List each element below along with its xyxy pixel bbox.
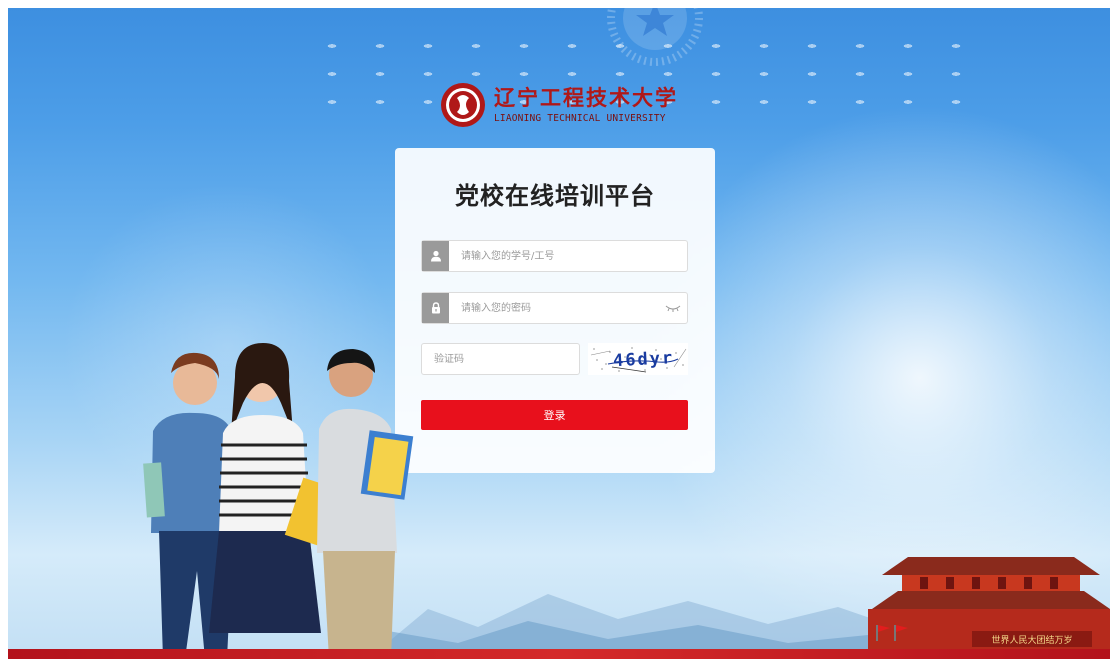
login-button[interactable]: 登录 [421,400,688,430]
star-emblem-icon [607,8,703,66]
captcha-text: 46dyr [613,348,675,371]
username-field [421,240,688,272]
lock-icon [422,293,449,323]
password-input[interactable] [449,294,659,322]
university-seal-icon [441,83,485,127]
login-background: 辽宁工程技术大学 LIAONING TECHNICAL UNIVERSITY 党… [8,8,1110,659]
bottom-red-band [8,649,1110,659]
password-field [421,292,688,324]
tiananmen-gate-illustration: 世界人民大团结万岁 [868,557,1110,659]
students-illustration [143,343,414,659]
page-title: 党校在线培训平台 [455,182,655,210]
gate-plaque: 世界人民大团结万岁 [991,634,1072,646]
username-input[interactable] [449,242,687,270]
university-logo: 辽宁工程技术大学 LIAONING TECHNICAL UNIVERSITY [440,82,678,128]
eye-closed-icon[interactable] [659,294,687,322]
university-name-en: LIAONING TECHNICAL UNIVERSITY [494,113,666,124]
user-icon [422,241,449,271]
captcha-image[interactable]: 46dyr [588,343,688,375]
university-name-cn: 辽宁工程技术大学 [494,85,678,110]
